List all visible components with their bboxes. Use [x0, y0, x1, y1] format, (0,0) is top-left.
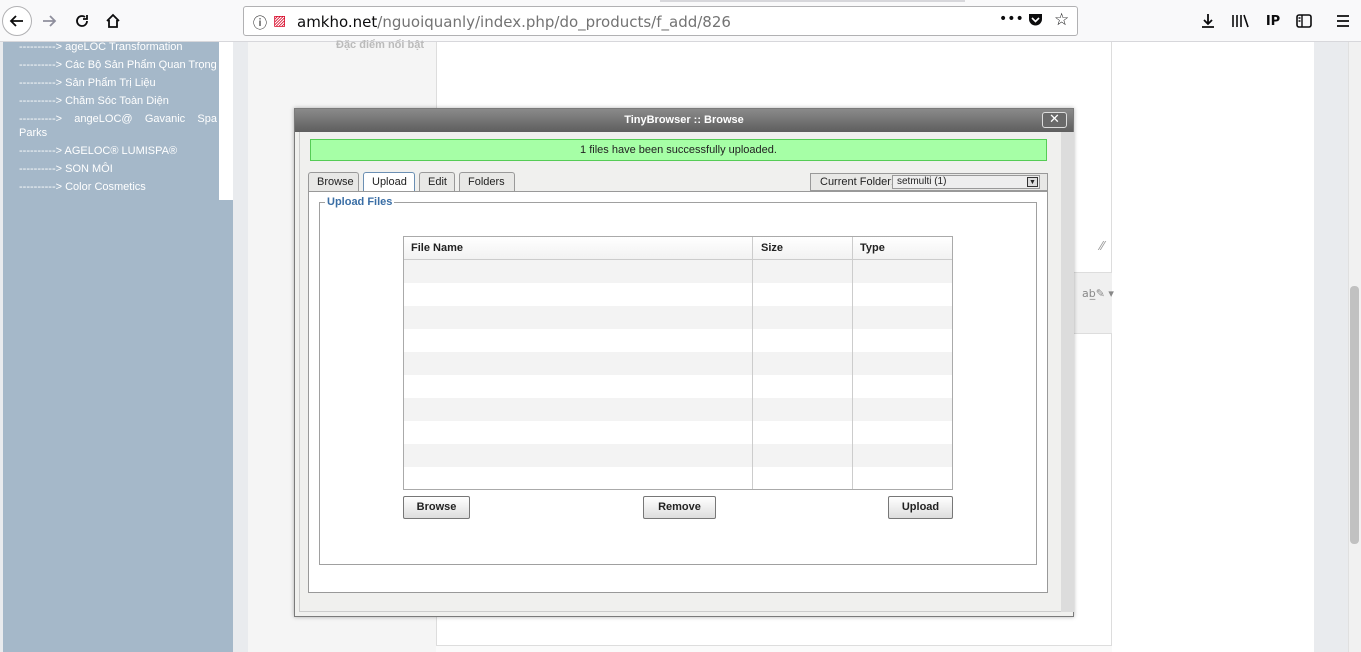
- spellcheck-icon[interactable]: ab̲✎ ▾: [1082, 287, 1114, 300]
- sidebar-item-cac-bo-san-pham[interactable]: ----------> Các Bộ Sản Phẩm Quan Trọng: [3, 56, 233, 74]
- back-icon[interactable]: [2, 6, 32, 36]
- info-icon[interactable]: ⓘ: [253, 13, 267, 33]
- current-folder-select[interactable]: setmulti (1) ▼: [892, 175, 1040, 189]
- current-folder-label: Current Folder:: [820, 176, 894, 188]
- upload-panel: Upload Files File Name Size Type Browse …: [308, 191, 1048, 593]
- column-divider: [752, 237, 753, 489]
- bookmark-star-icon[interactable]: ☆: [1054, 10, 1069, 30]
- header-file-name[interactable]: File Name: [411, 242, 463, 254]
- ip-icon[interactable]: IP: [1259, 7, 1287, 35]
- sidebar-item-ageloc-gavanic[interactable]: ----------> angeLOC@ Gavanic Spa Parks: [3, 110, 233, 142]
- sidebar-item-san-pham-tri-lieu[interactable]: ----------> Sản Phẩm Trị Liệu: [3, 74, 233, 92]
- right-margin: [1325, 42, 1348, 652]
- editor-toolbar: [1073, 272, 1112, 334]
- url-text[interactable]: amkho.net/nguoiquanly/index.php/do_produ…: [297, 13, 731, 31]
- dialog-title: TinyBrowser :: Browse: [624, 114, 744, 126]
- table-row: [404, 467, 952, 490]
- browser-toolbar: ⓘ ▨ amkho.net/nguoiquanly/index.php/do_p…: [0, 0, 1361, 42]
- current-folder-value: setmulti (1): [897, 176, 947, 187]
- feature-label: Đặc điểm nổi bật: [336, 39, 425, 51]
- table-row: [404, 329, 952, 352]
- page-scrollbar-thumb[interactable]: [1350, 286, 1359, 544]
- sidebar-menu: ----------> ageLOC Transformation ------…: [3, 42, 233, 200]
- sidebar-item-cham-soc-toan-dien[interactable]: ----------> Chăm Sóc Toàn Diện: [3, 92, 233, 110]
- dialog-body: 1 files have been successfully uploaded.…: [299, 132, 1074, 612]
- dialog-scrollbar[interactable]: [1061, 132, 1074, 612]
- tab-folders[interactable]: Folders: [459, 172, 515, 191]
- table-row: [404, 375, 952, 398]
- current-folder-box: Current Folder: setmulti (1) ▼: [810, 173, 1048, 191]
- table-row: [404, 398, 952, 421]
- url-bar[interactable]: ⓘ ▨ amkho.net/nguoiquanly/index.php/do_p…: [243, 6, 1078, 36]
- library-icon[interactable]: [1226, 7, 1254, 35]
- sidebar-item-ageloc-transformation[interactable]: ----------> ageLOC Transformation: [3, 42, 233, 56]
- close-icon[interactable]: ✕: [1042, 112, 1067, 128]
- sidebar-item-son-moi[interactable]: ----------> SON MÔI: [3, 160, 233, 178]
- table-row: [404, 283, 952, 306]
- upload-fieldset: Upload Files File Name Size Type Browse …: [319, 196, 1037, 565]
- chevron-down-icon[interactable]: ▼: [1027, 177, 1038, 187]
- menu-icon[interactable]: [1329, 7, 1357, 35]
- next-field-row: [436, 645, 1112, 652]
- column-divider: [852, 237, 853, 489]
- table-row: [404, 444, 952, 467]
- header-size[interactable]: Size: [761, 242, 783, 254]
- success-message: 1 files have been successfully uploaded.: [310, 139, 1047, 161]
- reload-icon[interactable]: [68, 7, 96, 35]
- dialog-titlebar[interactable]: TinyBrowser :: Browse ✕: [295, 109, 1073, 132]
- pocket-icon[interactable]: [1028, 13, 1043, 31]
- sidebar-item-color-cosmetics[interactable]: ----------> Color Cosmetics: [3, 178, 233, 196]
- browse-button[interactable]: Browse: [403, 496, 470, 519]
- permissions-icon[interactable]: ▨: [273, 13, 286, 29]
- tab-strip-edge: [660, 0, 965, 2]
- table-row: [404, 352, 952, 375]
- download-icon[interactable]: [1194, 7, 1222, 35]
- tab-upload[interactable]: Upload: [363, 172, 415, 192]
- forward-icon[interactable]: [35, 7, 63, 35]
- home-icon[interactable]: [99, 7, 127, 35]
- resize-handle-icon[interactable]: ⁄⁄: [1100, 239, 1104, 253]
- table-row: [404, 421, 952, 444]
- header-type[interactable]: Type: [860, 242, 885, 254]
- upload-legend: Upload Files: [325, 196, 395, 208]
- upload-button[interactable]: Upload: [888, 496, 953, 519]
- sidebar-divider: [219, 42, 233, 200]
- sidebar-icon[interactable]: [1290, 7, 1318, 35]
- tinybrowser-dialog: TinyBrowser :: Browse ✕ 1 files have bee…: [294, 108, 1074, 617]
- remove-button[interactable]: Remove: [643, 496, 716, 519]
- sidebar-item-ageloc-lumispa[interactable]: ----------> AGELOC® LUMISPA®: [3, 142, 233, 160]
- file-table: File Name Size Type: [403, 236, 953, 490]
- tab-edit[interactable]: Edit: [419, 172, 455, 191]
- page-actions-icon[interactable]: •••: [999, 11, 1024, 27]
- tab-browse[interactable]: Browse: [308, 172, 359, 191]
- table-row: [404, 306, 952, 329]
- table-header: File Name Size Type: [404, 237, 952, 260]
- table-row: [404, 260, 952, 283]
